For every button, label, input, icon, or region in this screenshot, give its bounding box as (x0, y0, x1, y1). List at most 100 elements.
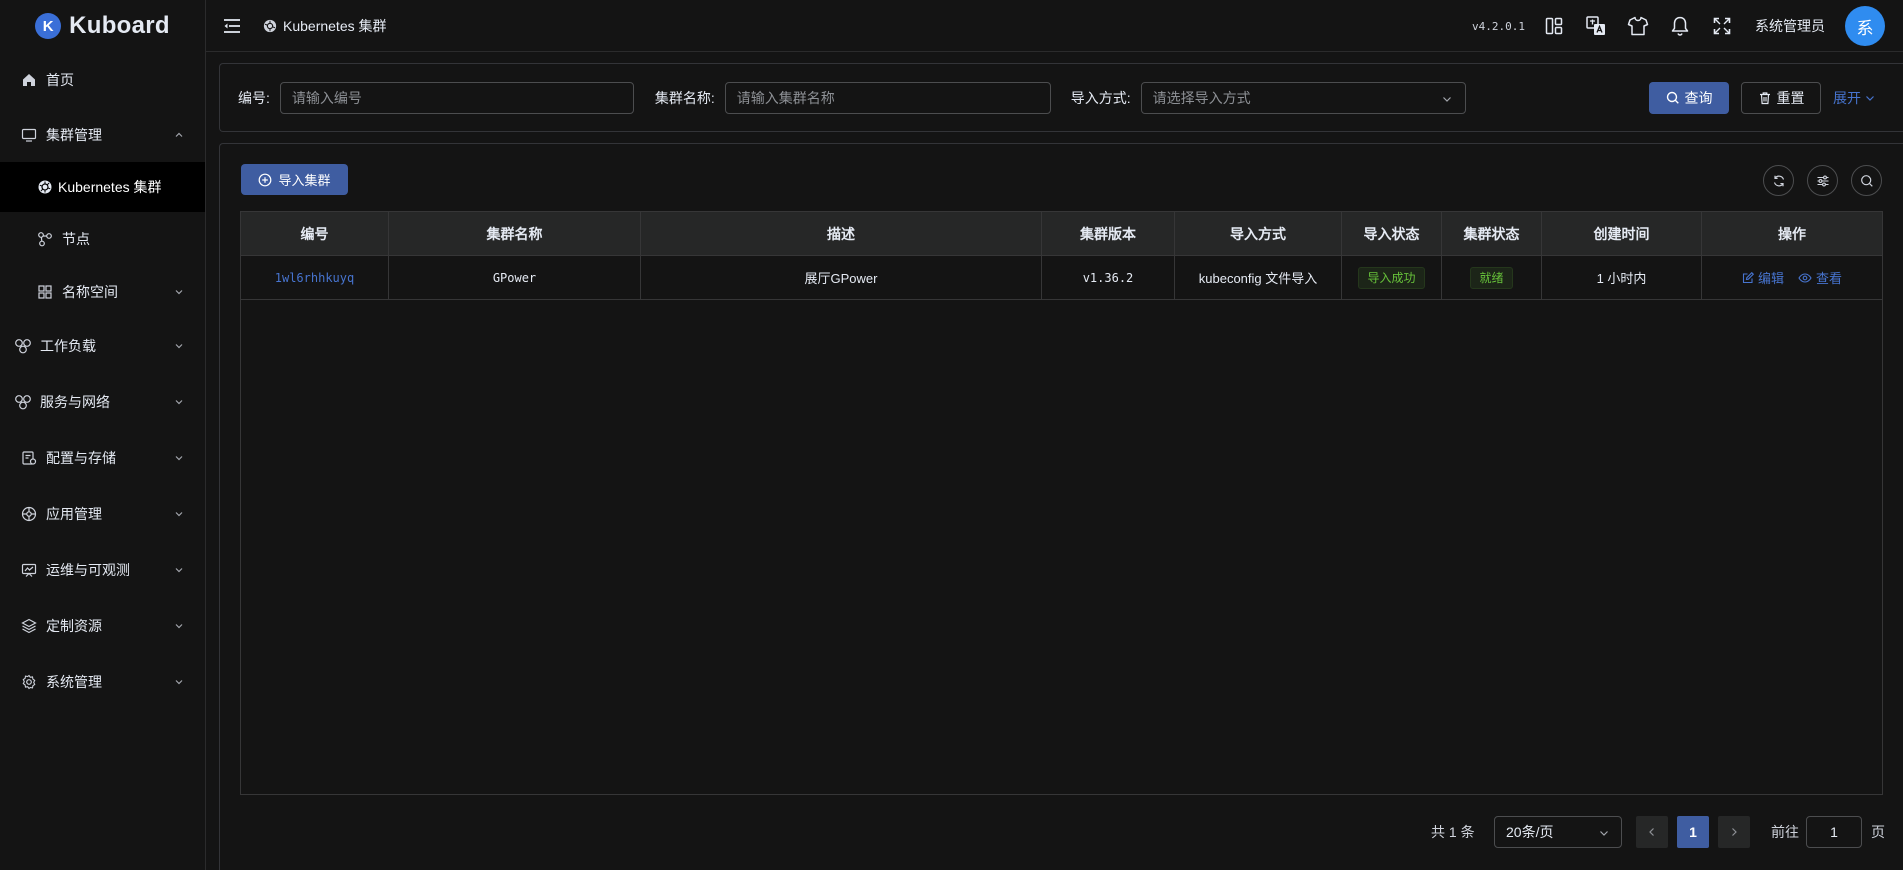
name-filter-placeholder: 请输入集群名称 (736, 89, 835, 106)
column-header: 导入方式 (1175, 212, 1342, 255)
avatar[interactable]: 系 (1845, 6, 1885, 46)
chevron-down-icon (173, 286, 185, 298)
nodes-icon (36, 230, 54, 248)
refresh-icon (1772, 174, 1786, 188)
column-settings-button[interactable] (1807, 165, 1838, 196)
network-icon (14, 393, 32, 411)
chevron-left-icon (1646, 826, 1658, 838)
layout-icon[interactable] (1543, 15, 1565, 37)
sidebar-item-workloads[interactable]: 工作负载 (0, 318, 205, 374)
sidebar-item-home[interactable]: 首页 (0, 52, 205, 108)
cell-created: 1 小时内 (1542, 256, 1702, 299)
chevron-down-icon (1441, 93, 1453, 105)
chevron-down-icon (173, 396, 185, 408)
sidebar-item-namespaces[interactable]: 名称空间 (0, 265, 205, 318)
cell-version: v1.36.2 (1042, 256, 1175, 299)
method-filter-select[interactable]: 请选择导入方式 (1140, 81, 1466, 114)
expand-label: 展开 (1833, 90, 1861, 106)
sidebar-item-cluster-management[interactable]: 集群管理 (0, 108, 205, 162)
search-icon (1666, 91, 1680, 105)
user-name[interactable]: 系统管理员 (1755, 16, 1825, 36)
toggle-search-button[interactable] (1851, 165, 1882, 196)
fullscreen-icon[interactable] (1711, 15, 1733, 37)
version-label: v4.2.0.1 (1472, 19, 1525, 33)
sidebar-item-label: 定制资源 (46, 618, 102, 634)
workload-icon (14, 337, 32, 355)
sidebar-item-ops-observability[interactable]: 运维与可观测 (0, 542, 205, 598)
cell-name: GPower (389, 256, 641, 299)
sidebar-item-label: 工作负载 (40, 338, 96, 354)
sidebar-item-nodes[interactable]: 节点 (0, 212, 205, 265)
prev-page-button[interactable] (1636, 816, 1668, 848)
sidebar-item-label: 应用管理 (46, 506, 102, 522)
sidebar-item-kubernetes-clusters[interactable]: Kubernetes 集群 (0, 162, 205, 212)
import-button-label: 导入集群 (278, 173, 331, 188)
cell-import-status: 导入成功 (1342, 256, 1442, 299)
sidebar-item-system-management[interactable]: 系统管理 (0, 654, 205, 710)
query-button[interactable]: 查询 (1649, 82, 1729, 114)
grid-icon (36, 283, 54, 301)
cell-id[interactable]: 1wl6rhhkuyq (241, 256, 389, 299)
plus-circle-icon (258, 173, 272, 187)
observe-icon (20, 561, 38, 579)
name-filter-input[interactable]: 请输入集群名称 (724, 81, 1051, 114)
chevron-right-icon (1728, 826, 1740, 838)
sidebar: K Kuboard 首页 集群管理 Kubernetes 集群 节点 名称空间 … (0, 0, 206, 870)
cluster-table: 编号 集群名称 描述 集群版本 导入方式 导入状态 集群状态 创建时间 操作 1… (240, 211, 1883, 795)
sidebar-item-custom-resources[interactable]: 定制资源 (0, 598, 205, 654)
sidebar-item-label: Kubernetes 集群 (58, 179, 162, 195)
sidebar-item-services-network[interactable]: 服务与网络 (0, 374, 205, 430)
chevron-down-icon (173, 340, 185, 352)
cluster-id-link[interactable]: 1wl6rhhkuyq (275, 271, 354, 285)
bell-icon[interactable] (1669, 15, 1691, 37)
app-icon (20, 505, 38, 523)
query-button-label: 查询 (1684, 90, 1713, 106)
column-header: 集群状态 (1442, 212, 1542, 255)
sidebar-nav: 首页 集群管理 Kubernetes 集群 节点 名称空间 工作负载 服务与网络… (0, 52, 205, 710)
pagination-total: 共 1 条 (1431, 824, 1475, 840)
page-size-value: 20条/页 (1506, 824, 1554, 840)
search-icon (1860, 174, 1874, 188)
import-cluster-button[interactable]: 导入集群 (241, 164, 348, 195)
edit-action[interactable]: 编辑 (1742, 268, 1784, 287)
method-filter-label: 导入方式: (1070, 89, 1131, 106)
view-label: 查看 (1816, 271, 1843, 286)
page-size-select[interactable]: 20条/页 (1494, 816, 1622, 848)
column-header: 集群版本 (1042, 212, 1175, 255)
reset-button[interactable]: 重置 (1741, 82, 1821, 114)
kuboard-logo-icon: K (35, 13, 62, 39)
layers-icon (20, 617, 38, 635)
chevron-down-icon (173, 452, 185, 464)
sidebar-item-app-management[interactable]: 应用管理 (0, 486, 205, 542)
id-filter-label: 编号: (238, 89, 270, 106)
cell-import-method: kubeconfig 文件导入 (1175, 256, 1342, 299)
edit-label: 编辑 (1757, 271, 1784, 286)
cluster-status-badge: 就绪 (1470, 266, 1513, 289)
chevron-down-icon (173, 508, 185, 520)
translate-icon[interactable] (1585, 15, 1607, 37)
expand-toggle[interactable]: 展开 (1833, 82, 1876, 114)
page-suffix-label: 页 (1871, 824, 1885, 840)
goto-page-input[interactable]: 1 (1806, 816, 1862, 848)
next-page-button[interactable] (1718, 816, 1750, 848)
cluster-list-card: 导入集群 编号 集群名称 描述 集群版本 导入方式 导入状态 集群状态 创建时间… (219, 143, 1903, 870)
cell-cluster-status: 就绪 (1442, 256, 1542, 299)
logo[interactable]: K Kuboard (0, 0, 205, 52)
column-header: 集群名称 (389, 212, 641, 255)
monitor-icon (20, 126, 38, 144)
pagination: 共 1 条 20条/页 1 前往 1 页 (220, 816, 1903, 848)
app-name: Kuboard (69, 12, 170, 39)
id-filter-input[interactable]: 请输入编号 (279, 81, 634, 114)
column-header: 编号 (241, 212, 389, 255)
page-number-current[interactable]: 1 (1677, 816, 1709, 848)
sidebar-item-config-storage[interactable]: 配置与存储 (0, 430, 205, 486)
table-header: 编号 集群名称 描述 集群版本 导入方式 导入状态 集群状态 创建时间 操作 (241, 212, 1882, 256)
refresh-button[interactable] (1763, 165, 1794, 196)
table-row: 1wl6rhhkuyq GPower 展厅GPower v1.36.2 kube… (241, 256, 1882, 300)
sidebar-item-label: 节点 (62, 230, 90, 247)
search-filter-bar: 编号: 请输入编号 集群名称: 请输入集群名称 导入方式: 请选择导入方式 查询… (219, 63, 1903, 132)
theme-shirt-icon[interactable] (1627, 15, 1649, 37)
menu-fold-icon[interactable] (223, 18, 241, 34)
chevron-up-icon (173, 129, 185, 141)
view-action[interactable]: 查看 (1798, 268, 1842, 287)
